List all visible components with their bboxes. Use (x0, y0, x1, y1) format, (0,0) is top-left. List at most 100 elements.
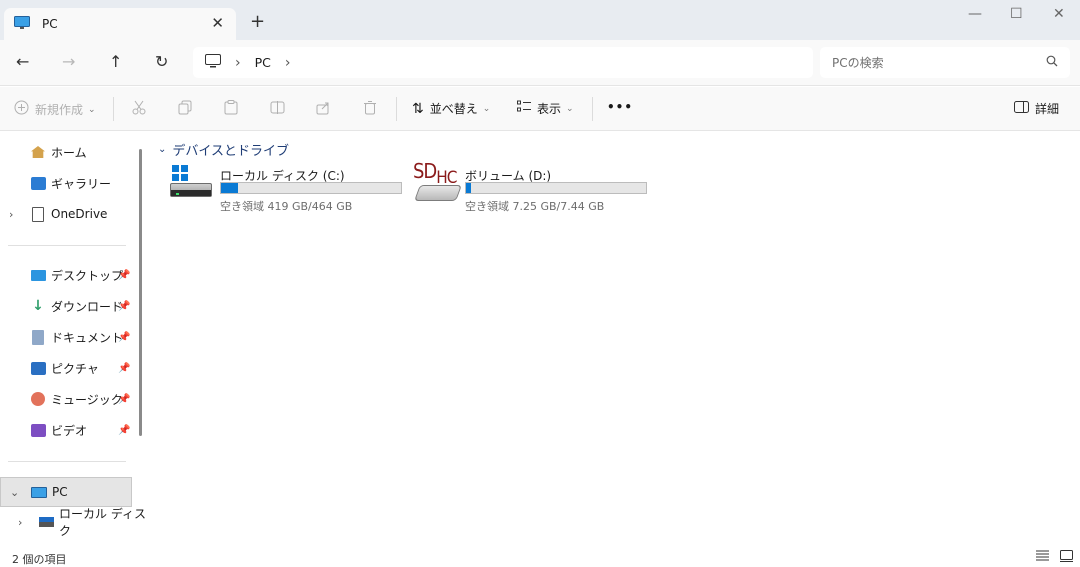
sidebar-item-onedrive[interactable]: › OneDrive (0, 200, 132, 228)
item-count: 2 個の項目 (12, 553, 67, 566)
search-icon (1046, 55, 1058, 71)
sidebar-item-label: デスクトップ (51, 268, 124, 283)
chevron-right-icon[interactable]: › (9, 208, 13, 221)
up-button[interactable]: ↑ (109, 52, 122, 71)
sidebar-scrollbar[interactable] (139, 149, 142, 436)
chevron-right-icon[interactable]: › (18, 516, 22, 529)
plus-circle-icon (14, 100, 29, 119)
sort-icon: ⇅ (412, 100, 424, 117)
delete-icon[interactable] (363, 100, 377, 115)
chevron-down-icon: ⌄ (566, 103, 574, 114)
drive-free-space: 空き領域 7.25 GB/7.44 GB (465, 200, 605, 213)
sidebar-item-gallery[interactable]: ギャラリー (0, 169, 132, 197)
chevron-down-icon[interactable]: ⌄ (10, 486, 19, 499)
sidebar-item-label: ドキュメント (51, 330, 124, 345)
group-header-devices[interactable]: ⌄ デバイスとドライブ (158, 140, 289, 159)
pin-icon: 📌 (118, 269, 131, 281)
home-icon (30, 144, 46, 160)
breadcrumb-separator[interactable]: › (285, 55, 291, 71)
address-bar[interactable]: › PC › (193, 47, 813, 78)
new-label: 新規作成 (35, 103, 84, 117)
sidebar-item-label: PC (52, 485, 68, 499)
status-bar: 2 個の項目 (0, 548, 1080, 567)
download-icon: ↓ (32, 298, 44, 314)
divider (113, 97, 114, 121)
rename-icon[interactable] (270, 100, 285, 115)
sidebar-item-local-disk[interactable]: › ローカル ディスク (0, 507, 148, 538)
drive-usage-fill (466, 183, 471, 193)
sidebar-item-documents[interactable]: ドキュメント 📌 (0, 323, 132, 351)
divider (8, 461, 126, 462)
breadcrumb-separator[interactable]: › (235, 55, 241, 71)
view-button[interactable]: 表示 ⌄ (517, 100, 574, 117)
sidebar-item-label: ローカル ディスク (59, 507, 146, 538)
sidebar-item-music[interactable]: ミュージック 📌 (0, 385, 132, 413)
monitor-icon (31, 484, 47, 500)
pin-icon: 📌 (118, 331, 131, 343)
sidebar-item-label: OneDrive (51, 207, 108, 221)
details-view-icon[interactable] (1036, 550, 1049, 565)
hard-drive-icon (38, 514, 54, 530)
minimize-button[interactable]: — (968, 6, 982, 22)
sidebar-item-pc[interactable]: ⌄ PC (0, 477, 132, 507)
chevron-down-icon: ⌄ (482, 103, 491, 114)
sidebar-item-videos[interactable]: ビデオ 📌 (0, 416, 132, 444)
monitor-icon (205, 54, 221, 71)
music-icon (30, 391, 46, 407)
view-label: 表示 (537, 102, 562, 116)
chevron-down-icon: ⌄ (158, 144, 167, 155)
drive-c[interactable]: ローカル ディスク (C:) 空き領域 419 GB/464 GB (148, 165, 402, 213)
sort-label: 並べ替え (429, 102, 478, 116)
desktop-icon (30, 267, 46, 283)
videos-icon (30, 422, 46, 438)
drive-usage-fill (221, 183, 239, 193)
address-row: ← → ↑ ↻ › PC › PCの検索 (0, 40, 1080, 86)
more-options-button[interactable]: ••• (607, 100, 633, 114)
sidebar-item-label: ピクチャ (51, 361, 99, 376)
sidebar-item-desktop[interactable]: デスクトップ 📌 (0, 261, 132, 289)
sidebar-item-label: ギャラリー (51, 176, 112, 191)
new-tab-button[interactable]: + (250, 11, 265, 32)
cut-icon[interactable] (132, 100, 146, 115)
documents-icon (30, 329, 46, 345)
sidebar-item-home[interactable]: ホーム (0, 138, 132, 166)
drive-usage-bar (220, 182, 402, 194)
close-window-button[interactable]: ✕ (1053, 6, 1065, 22)
maximize-button[interactable]: ☐ (1010, 6, 1023, 22)
group-title: デバイスとドライブ (172, 144, 290, 159)
view-list-icon (517, 100, 531, 117)
sidebar-item-downloads[interactable]: ↓ ダウンロード 📌 (0, 292, 132, 320)
details-button[interactable]: 詳細 (1014, 100, 1059, 117)
search-placeholder: PCの検索 (832, 56, 884, 70)
new-button[interactable]: 新規作成 ⌄ (14, 100, 96, 119)
refresh-button[interactable]: ↻ (155, 52, 168, 71)
share-icon[interactable] (316, 100, 331, 115)
tab-pc[interactable]: PC ✕ (4, 8, 236, 40)
sidebar-item-label: ダウンロード (51, 299, 124, 314)
forward-button[interactable]: → (62, 52, 75, 71)
drive-d[interactable]: SDHC ボリューム (D:) 空き領域 7.25 GB/7.44 GB (413, 159, 653, 213)
back-button[interactable]: ← (16, 52, 29, 71)
sort-button[interactable]: ⇅ 並べ替え ⌄ (412, 100, 490, 117)
divider (396, 97, 397, 121)
tab-close-icon[interactable]: ✕ (211, 14, 224, 32)
command-bar: 新規作成 ⌄ ⇅ 並べ替え ⌄ 表示 ⌄ ••• 詳細 (0, 87, 1080, 131)
chevron-down-icon: ⌄ (88, 104, 96, 115)
details-label: 詳細 (1035, 102, 1060, 116)
drive-free-space: 空き領域 419 GB/464 GB (220, 200, 353, 213)
large-icons-view-icon[interactable] (1060, 550, 1073, 566)
search-input[interactable]: PCの検索 (820, 47, 1070, 78)
breadcrumb-pc[interactable]: PC (255, 55, 271, 70)
divider (592, 97, 593, 121)
pin-icon: 📌 (118, 362, 131, 374)
copy-icon[interactable] (178, 100, 192, 115)
drive-usage-bar (465, 182, 647, 194)
pin-icon: 📌 (118, 424, 131, 436)
paste-icon[interactable] (224, 100, 238, 115)
sidebar-item-label: ミュージック (51, 392, 123, 407)
pin-icon: 📌 (118, 300, 131, 312)
sidebar-item-label: ホーム (51, 145, 87, 160)
sidebar-item-pictures[interactable]: ピクチャ 📌 (0, 354, 132, 382)
sidebar-item-label: ビデオ (51, 423, 88, 438)
details-pane-icon (1014, 100, 1029, 117)
